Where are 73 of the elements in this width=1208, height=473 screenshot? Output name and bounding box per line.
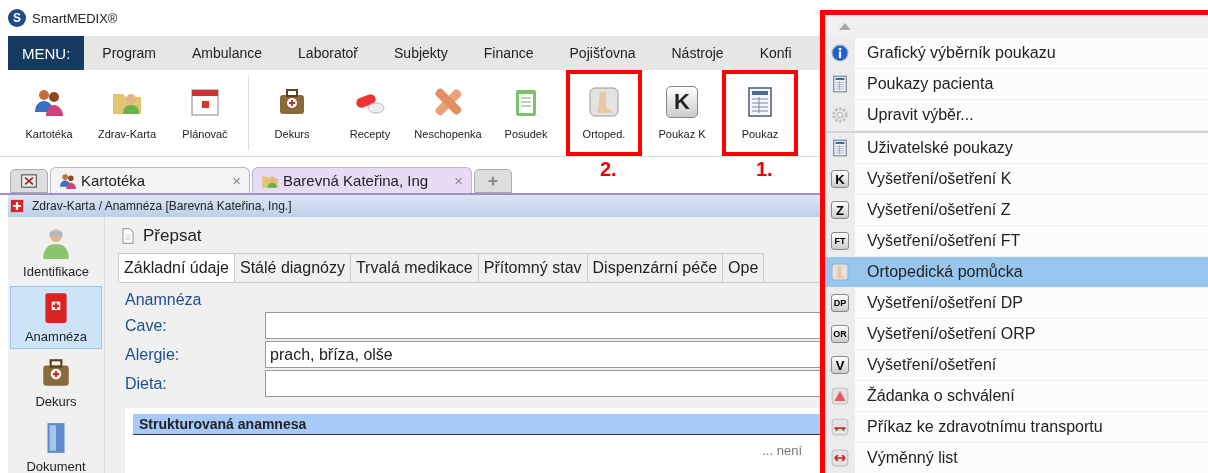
calendar-icon — [189, 86, 221, 118]
form-tab[interactable]: Ope — [722, 253, 765, 282]
field-label: Alergie: — [125, 345, 181, 364]
toolbar-button[interactable]: Recepty — [332, 70, 408, 156]
info-icon — [831, 44, 849, 62]
transport-icon — [831, 418, 849, 436]
scroll-up-icon[interactable] — [839, 23, 851, 30]
document-tab[interactable]: Kartotéka × — [50, 167, 250, 193]
letter-icon: V — [831, 356, 849, 374]
menu-item[interactable]: Grafický výběrník poukazu — [825, 38, 1208, 69]
foot-icon — [831, 263, 849, 281]
letter-icon: OR — [831, 325, 849, 343]
field-label: Dieta: — [125, 374, 168, 393]
form-tab[interactable]: Základní údaje — [118, 253, 235, 282]
menu-item[interactable]: Ortopedická pomůcka — [825, 257, 1208, 288]
plus-icon — [10, 199, 24, 213]
menu-item[interactable]: Subjekty — [376, 45, 466, 61]
gear-icon — [831, 106, 849, 124]
menu-item[interactable]: Finance — [465, 45, 552, 61]
toolbar-button[interactable]: Neschopenka — [410, 70, 486, 156]
close-tabs-button[interactable] — [10, 169, 48, 193]
toolbar-button[interactable]: Plánovač — [167, 70, 243, 156]
menu-item[interactable]: K Vyšetření/ošetření K — [825, 164, 1208, 195]
annotation-number: 2. — [600, 158, 617, 181]
toolbar-button[interactable]: K Poukaz K — [644, 70, 720, 156]
sidebar-item[interactable]: Dekurs — [10, 351, 102, 414]
new-tab-button[interactable] — [474, 169, 512, 193]
people-icon — [59, 171, 77, 190]
menu-item[interactable]: OR Vyšetření/ošetření ORP — [825, 319, 1208, 350]
letter-icon: FT — [831, 232, 849, 250]
letter-icon: K — [666, 86, 698, 118]
menu-item[interactable]: Z Vyšetření/ošetření Z — [825, 195, 1208, 226]
close-icon — [20, 172, 38, 190]
arrows-icon — [831, 449, 849, 467]
logo-icon: S — [8, 9, 26, 27]
menu-item[interactable]: Ambulance — [174, 45, 281, 61]
menu-item[interactable]: Uživatelské poukazy — [825, 131, 1208, 164]
menu-item[interactable]: Program — [84, 45, 175, 61]
menu-item[interactable]: Pojišťovna — [551, 45, 654, 61]
section-note: ... není — [762, 443, 802, 458]
letter-icon: Z — [831, 201, 849, 219]
document-tab[interactable]: Barevná Kateřina, Ing × — [252, 167, 472, 193]
foot-icon — [588, 86, 620, 118]
breadcrumb-text: Zdrav-Karta / Anamnéza [Barevná Kateřina, Ing.] — [32, 199, 292, 213]
annotation-number: 1. — [756, 158, 773, 181]
sidebar-item[interactable]: Dokument — [10, 416, 102, 473]
app-title: SmartMEDIX® — [32, 10, 118, 26]
toolbar-button[interactable]: Zdrav-Karta — [89, 70, 165, 156]
field-label: Cave: — [125, 316, 168, 335]
letter-icon: K — [831, 170, 849, 188]
menu-item[interactable]: V Vyšetření/ošetření — [825, 350, 1208, 381]
menu-item[interactable]: Laboratoř — [280, 45, 376, 61]
sidebar-item[interactable]: Anamnéza — [10, 286, 102, 349]
menu-item[interactable]: Konfi — [741, 45, 810, 61]
menu-item[interactable]: Výměnný list — [825, 443, 1208, 473]
menu-item[interactable]: Žádanka o schválení — [825, 381, 1208, 412]
menu-item[interactable]: Příkaz ke zdravotnímu transportu — [825, 412, 1208, 443]
plus-icon — [486, 174, 500, 188]
letter-icon: DP — [831, 294, 849, 312]
menu-item[interactable]: DP Vyšetření/ošetření DP — [825, 288, 1208, 319]
page-icon — [119, 227, 137, 245]
sidebar-item[interactable]: Identifikace — [10, 221, 102, 284]
menu-item[interactable]: Poukazy pacienta — [825, 69, 1208, 100]
form-icon — [831, 75, 849, 93]
menu-item[interactable]: Upravit výběr... — [825, 100, 1208, 131]
menu-item[interactable]: Nástroje — [653, 45, 742, 61]
toolbar-button[interactable]: Posudek — [488, 70, 564, 156]
menu-button[interactable]: MENU: — [8, 36, 85, 70]
toolbar-button[interactable]: Dekurs — [254, 70, 330, 156]
toolbar-button[interactable]: Kartotéka — [11, 70, 87, 156]
form-icon — [831, 139, 849, 157]
group-title: Anamnéza — [125, 291, 202, 309]
triangle-icon — [831, 387, 849, 405]
